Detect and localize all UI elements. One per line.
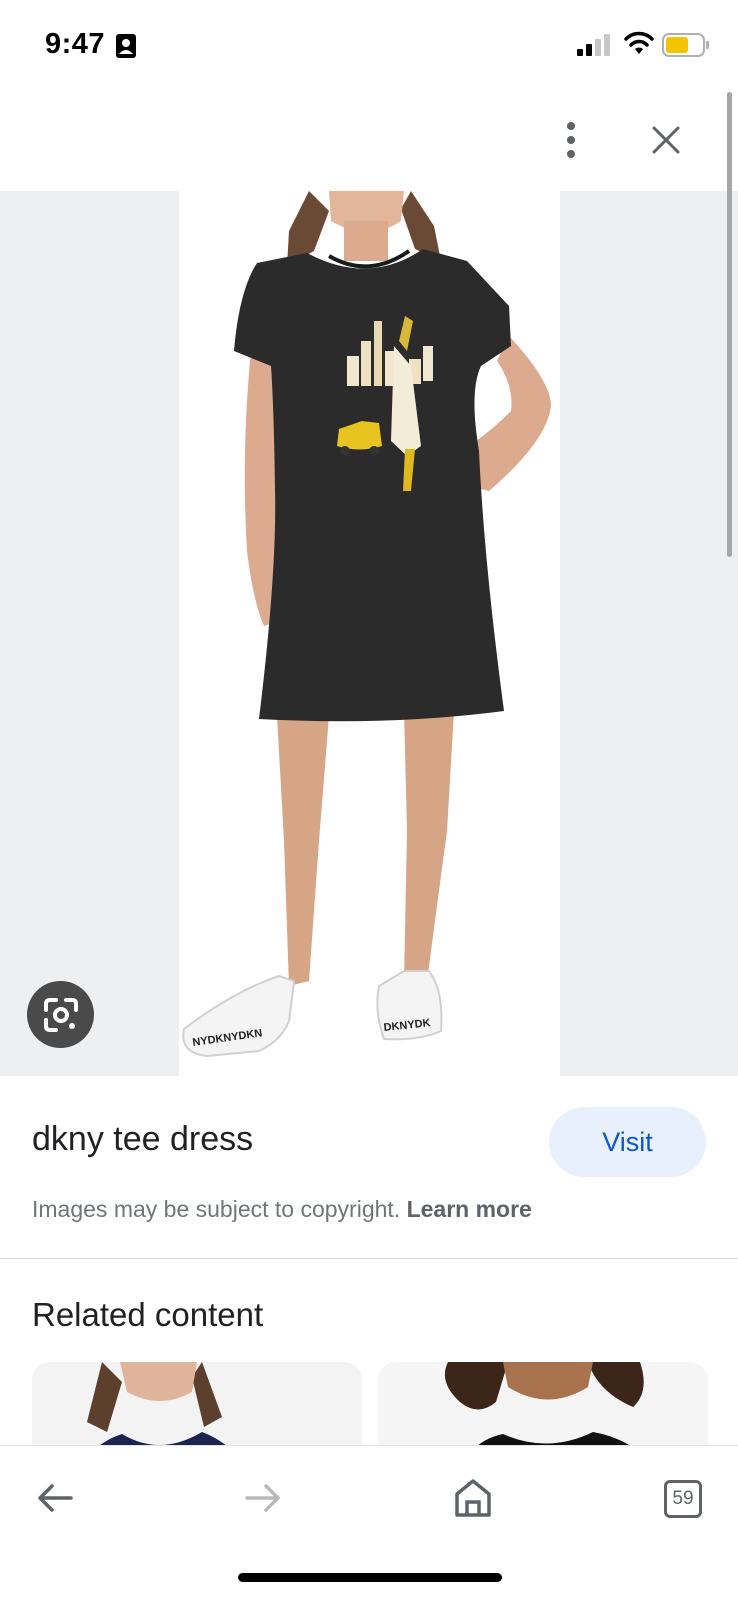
close-button[interactable] — [640, 114, 692, 166]
google-lens-button[interactable] — [27, 981, 94, 1048]
close-icon — [652, 126, 680, 154]
more-options-button[interactable] — [549, 116, 593, 164]
forward-arrow-icon — [245, 1484, 280, 1512]
status-bar: 9:47 — [0, 0, 738, 90]
google-lens-icon — [43, 997, 78, 1032]
related-content-heading: Related content — [32, 1296, 264, 1333]
image-viewer[interactable]: NYDKNYDKN DKNYDK — [0, 191, 738, 1076]
cellular-signal-icon — [577, 34, 610, 56]
copyright-notice: Images may be subject to copyright. Lear… — [32, 1196, 532, 1223]
battery-low-power-icon — [662, 33, 709, 57]
tabs-button[interactable]: 59 — [652, 1468, 712, 1528]
back-button[interactable] — [25, 1468, 85, 1528]
more-vertical-icon — [567, 122, 575, 158]
learn-more-link[interactable]: Learn more — [407, 1196, 532, 1222]
visit-button[interactable]: Visit — [549, 1107, 706, 1177]
viewer-toolbar — [0, 90, 738, 190]
scroll-indicator[interactable] — [727, 92, 732, 557]
tab-count-label: 59 — [672, 1488, 694, 1509]
result-title: dkny tee dress — [32, 1120, 254, 1158]
dress-model-image: NYDKNYDKN DKNYDK — [182, 191, 551, 1058]
home-icon — [455, 1479, 491, 1517]
status-time: 9:47 — [45, 28, 106, 60]
back-arrow-icon — [38, 1484, 73, 1512]
tabs-icon: 59 — [664, 1480, 702, 1518]
product-image[interactable]: NYDKNYDKN DKNYDK — [179, 191, 560, 1076]
copyright-text: Images may be subject to copyright. — [32, 1196, 401, 1222]
forward-button[interactable] — [233, 1468, 293, 1528]
home-indicator[interactable] — [238, 1573, 502, 1582]
contact-card-icon — [116, 34, 136, 58]
home-button[interactable] — [443, 1468, 503, 1528]
section-divider — [0, 1258, 738, 1259]
wifi-icon — [624, 31, 654, 54]
